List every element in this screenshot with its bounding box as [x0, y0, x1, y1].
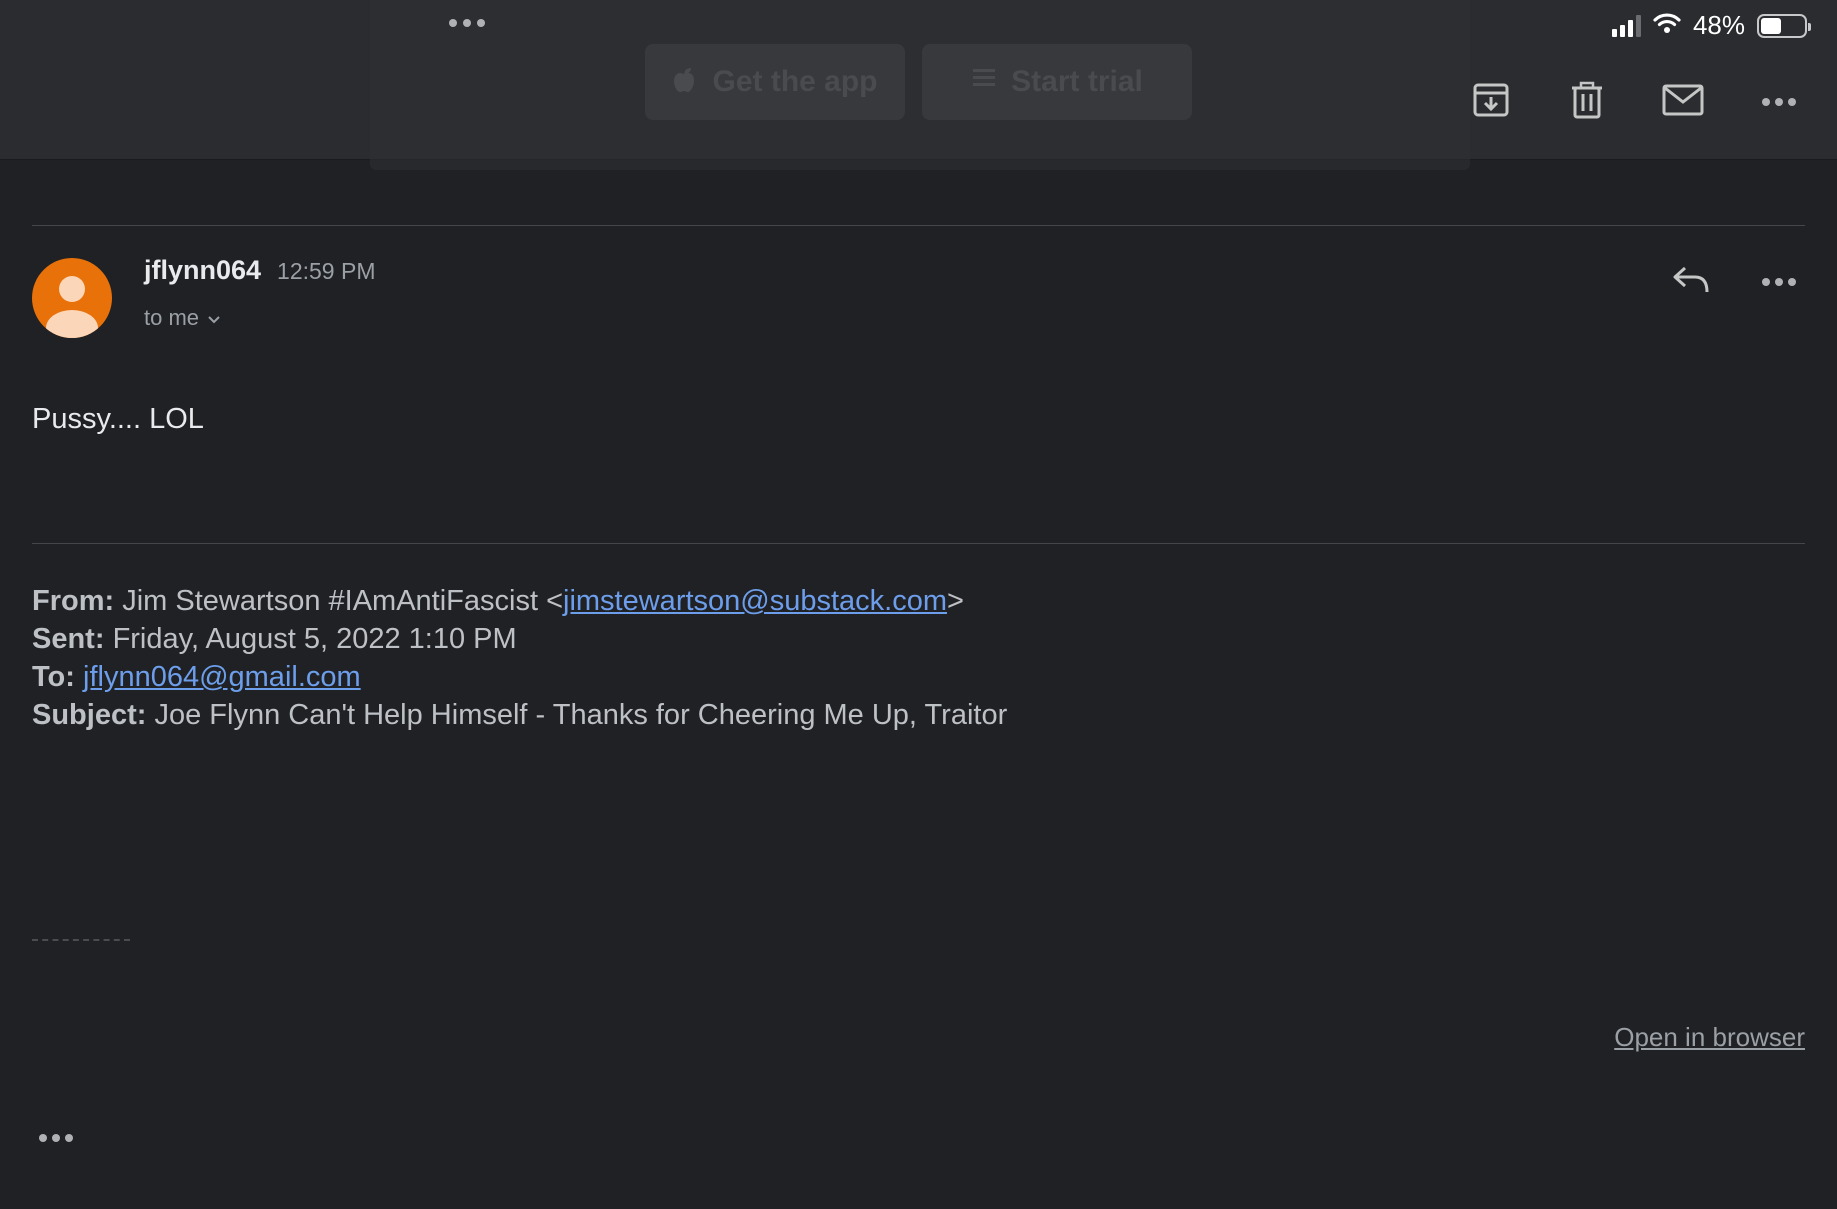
subject-value: Joe Flynn Can't Help Himself - Thanks fo… — [154, 699, 1008, 731]
quoted-headers: From: Jim Stewartson #IAmAntiFascist <ji… — [32, 582, 1007, 734]
recipient-toggle[interactable]: to me — [144, 305, 221, 331]
sender-info: jflynn064 12:59 PM — [144, 255, 376, 286]
start-trial-button[interactable]: Start trial — [922, 44, 1192, 120]
message-actions — [1671, 262, 1799, 302]
sent-label: Sent: — [32, 623, 105, 655]
show-trimmed-button[interactable] — [36, 1118, 76, 1158]
open-in-browser-link[interactable]: Open in browser — [1614, 1022, 1805, 1053]
mail-icon — [1662, 84, 1704, 121]
sender-name[interactable]: jflynn064 — [144, 255, 261, 286]
sent-line: Sent: Friday, August 5, 2022 1:10 PM — [32, 620, 1007, 658]
quote-divider — [32, 543, 1805, 544]
get-app-label: Get the app — [712, 65, 878, 98]
from-name: Jim Stewartson #IAmAntiFascist < — [122, 585, 564, 617]
to-label: To: — [32, 661, 75, 693]
from-close: > — [947, 585, 964, 617]
from-email-link[interactable]: jimstewartson@substack.com — [563, 585, 947, 617]
apple-icon — [672, 63, 698, 101]
subject-line: Subject: Joe Flynn Can't Help Himself - … — [32, 696, 1007, 734]
delete-button[interactable] — [1567, 81, 1607, 124]
recipient-label: to me — [144, 305, 200, 330]
reply-icon — [1671, 264, 1711, 301]
subject-label: Subject: — [32, 699, 147, 731]
battery-icon — [1757, 13, 1811, 38]
top-bar: Get the app Start trial 48% — [0, 0, 1837, 170]
sender-avatar[interactable] — [32, 258, 112, 338]
more-icon — [1762, 98, 1796, 106]
trash-icon — [1570, 81, 1604, 124]
message-body: Pussy.... LOL — [32, 403, 204, 435]
archive-icon — [1472, 81, 1510, 124]
to-line: To: jflynn064@gmail.com — [32, 658, 1007, 696]
wifi-icon — [1653, 10, 1681, 41]
message-more-button[interactable] — [1759, 262, 1799, 302]
mark-unread-button[interactable] — [1662, 82, 1704, 122]
from-line: From: Jim Stewartson #IAmAntiFascist <ji… — [32, 582, 1007, 620]
reply-button[interactable] — [1671, 262, 1711, 302]
multitasking-dots-icon[interactable] — [449, 19, 485, 27]
person-icon — [32, 276, 112, 338]
message-time: 12:59 PM — [277, 258, 376, 284]
chevron-down-icon — [207, 305, 221, 331]
dashed-separator — [32, 939, 130, 941]
app-promo-banner — [370, 0, 1470, 170]
sent-value: Friday, August 5, 2022 1:10 PM — [112, 623, 517, 655]
more-options-button[interactable] — [1759, 82, 1799, 122]
battery-percent: 48% — [1692, 10, 1745, 40]
get-app-button[interactable]: Get the app — [645, 44, 905, 120]
archive-button[interactable] — [1471, 82, 1511, 122]
to-email-link[interactable]: jflynn064@gmail.com — [83, 661, 361, 693]
email-toolbar — [1471, 81, 1799, 124]
start-trial-label: Start trial — [1011, 65, 1143, 98]
cellular-signal-icon — [1611, 14, 1641, 37]
more-icon — [1762, 278, 1796, 286]
list-icon — [971, 65, 997, 99]
more-icon — [39, 1134, 73, 1142]
status-bar: 48% — [1611, 10, 1811, 41]
from-label: From: — [32, 585, 115, 617]
header-divider — [32, 225, 1805, 226]
